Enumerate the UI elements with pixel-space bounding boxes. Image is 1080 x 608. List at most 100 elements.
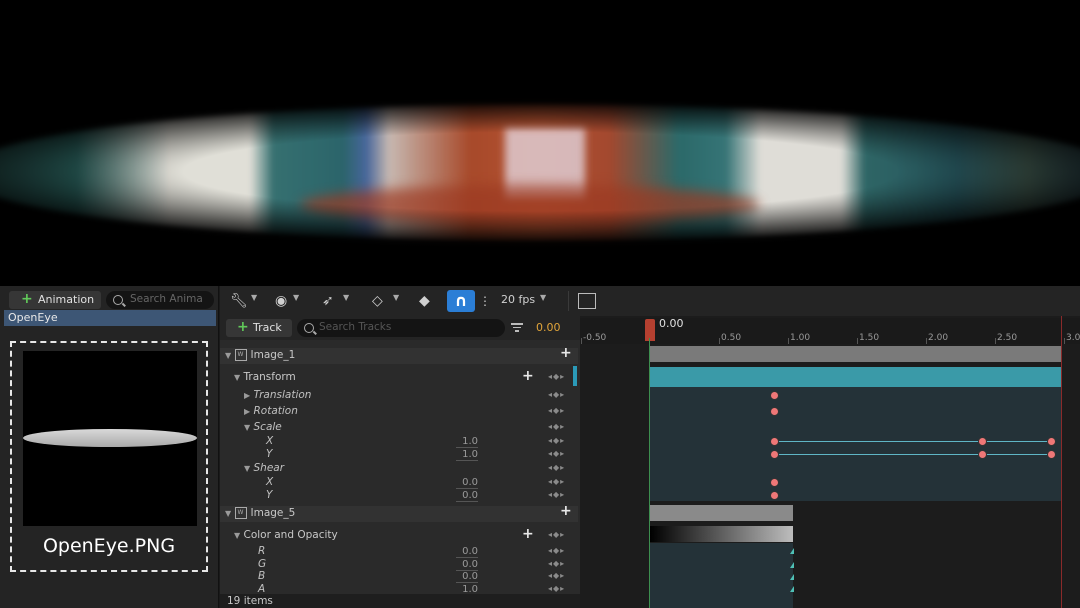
key-navigation-icon[interactable]: ◂◆▸ <box>548 530 565 539</box>
add-subtrack-button[interactable]: + <box>560 345 572 361</box>
key-navigation-icon[interactable]: ◂◆▸ <box>548 490 565 499</box>
image5-section-bar[interactable] <box>650 505 793 521</box>
end-marker-line[interactable] <box>1061 316 1062 608</box>
image1-section-bar[interactable] <box>650 346 1061 362</box>
chevron-down-icon[interactable]: ▼ <box>343 293 349 302</box>
keyframe-icon[interactable]: ◇ <box>372 292 383 310</box>
keyframe[interactable] <box>978 437 987 446</box>
track-shear-x[interactable]: X 0.0 ◂◆▸ <box>220 476 578 490</box>
add-animation-button[interactable]: + Animation <box>9 291 101 309</box>
playhead-handle[interactable] <box>645 319 655 341</box>
chevron-down-icon[interactable]: ▼ <box>293 293 299 302</box>
expand-triangle-icon[interactable]: ▼ <box>234 373 240 382</box>
key-navigation-icon[interactable]: ◂◆▸ <box>548 559 565 568</box>
cursor-icon[interactable]: ➶ <box>322 292 334 310</box>
add-subtrack-button[interactable]: + <box>560 503 572 519</box>
add-track-button[interactable]: + Track <box>226 319 292 337</box>
key-navigation-icon[interactable]: ◂◆▸ <box>548 390 565 399</box>
track-color-r[interactable]: R 0.0 ◂◆▸ <box>220 545 578 559</box>
search-tracks-input[interactable]: Search Tracks <box>297 319 505 337</box>
animation-list-item[interactable]: OpenEye <box>4 310 216 326</box>
thumbnail-filename: OpenEye.PNG <box>42 535 176 557</box>
track-shear-y[interactable]: Y 0.0 ◂◆▸ <box>220 489 578 503</box>
expand-triangle-icon[interactable]: ▶ <box>244 391 250 400</box>
track-rotation[interactable]: ▶ Rotation ◂◆▸ <box>220 405 578 419</box>
keyframe[interactable] <box>1047 437 1056 446</box>
keyframe[interactable] <box>1047 450 1056 459</box>
expand-triangle-icon[interactable]: ▼ <box>244 464 250 473</box>
b-value[interactable]: 0.0 <box>456 571 478 583</box>
keyframe[interactable] <box>770 491 779 500</box>
chevron-down-icon[interactable]: ▼ <box>540 293 546 302</box>
timeline-panel[interactable]: -0.50 0.50 1.00 1.50 2.00 2.50 3.0 0.00 <box>580 316 1080 608</box>
keyframe[interactable] <box>770 437 779 446</box>
eye-mask-vignette <box>0 0 1080 286</box>
key-navigation-icon[interactable]: ◂◆▸ <box>548 406 565 415</box>
thumbnail-preview <box>23 351 197 526</box>
expand-triangle-icon[interactable]: ▼ <box>234 531 240 540</box>
current-time-value[interactable]: 0.00 <box>536 321 561 334</box>
plus-icon: + <box>21 291 33 307</box>
track-shear[interactable]: ▼ Shear ◂◆▸ <box>220 462 578 476</box>
transform-keys-lane <box>650 387 1061 501</box>
keyframe[interactable] <box>770 478 779 487</box>
key-navigation-icon[interactable]: ◂◆▸ <box>548 477 565 486</box>
color-key-marker[interactable] <box>790 574 794 580</box>
key-navigation-icon[interactable]: ◂◆▸ <box>548 463 565 472</box>
track-scale-label: Scale <box>253 421 282 433</box>
keyframe[interactable] <box>978 450 987 459</box>
chevron-down-icon[interactable]: ▼ <box>393 293 399 302</box>
expand-triangle-icon[interactable]: ▶ <box>244 407 250 416</box>
track-scale-y[interactable]: Y 1.0 ◂◆▸ <box>220 448 578 462</box>
scale-y-value[interactable]: 1.0 <box>456 449 478 461</box>
wrench-icon[interactable]: 🔧︎ <box>230 292 248 310</box>
r-value[interactable]: 0.0 <box>456 546 478 558</box>
color-opacity-section-bar[interactable] <box>650 526 793 542</box>
curve-editor-icon[interactable] <box>578 293 596 309</box>
key-navigation-icon[interactable]: ◂◆▸ <box>548 546 565 555</box>
keyframe[interactable] <box>770 407 779 416</box>
track-transform[interactable]: ▼ Transform + ◂◆▸ <box>220 368 578 385</box>
track-color-b[interactable]: B 0.0 ◂◆▸ <box>220 570 578 584</box>
key-navigation-icon[interactable]: ◂◆▸ <box>548 372 565 381</box>
key-navigation-icon[interactable]: ◂◆▸ <box>548 584 565 593</box>
color-key-marker[interactable] <box>790 586 794 592</box>
track-scale[interactable]: ▼ Scale ◂◆▸ <box>220 421 578 435</box>
track-scale-x[interactable]: X 1.0 ◂◆▸ <box>220 435 578 449</box>
snap-magnet-button[interactable]: ∩ <box>447 290 475 312</box>
track-image1[interactable]: ▼ W Image_1 + <box>220 345 578 364</box>
keyframe[interactable] <box>770 450 779 459</box>
color-key-marker[interactable] <box>790 548 794 554</box>
expand-triangle-icon[interactable]: ▼ <box>225 351 231 360</box>
color-key-marker[interactable] <box>790 562 794 568</box>
add-key-button[interactable]: + <box>522 526 534 542</box>
chevron-down-icon[interactable]: ▼ <box>251 293 257 302</box>
key-navigation-icon[interactable]: ◂◆▸ <box>548 449 565 458</box>
track-translation-label: Translation <box>253 389 312 401</box>
expand-triangle-icon[interactable]: ▼ <box>244 423 250 432</box>
key-navigation-icon[interactable]: ◂◆▸ <box>548 422 565 431</box>
add-key-button[interactable]: + <box>522 368 534 384</box>
key-navigation-icon[interactable]: ◂◆▸ <box>548 571 565 580</box>
expand-triangle-icon[interactable]: ▼ <box>225 509 231 518</box>
key-arrow-icon[interactable]: ◆ <box>419 292 430 310</box>
track-translation[interactable]: ▶ Translation ◂◆▸ <box>220 389 578 403</box>
key-navigation-icon[interactable]: ◂◆▸ <box>548 436 565 445</box>
eye-icon[interactable]: ◉ <box>275 292 287 310</box>
search-animations-input[interactable]: Search Anima <box>106 291 214 309</box>
filter-icon[interactable] <box>511 323 523 333</box>
fps-dropdown[interactable]: 20 fps <box>501 293 535 306</box>
shear-y-value[interactable]: 0.0 <box>456 490 478 502</box>
transform-section-bar[interactable] <box>650 367 1061 387</box>
track-image5[interactable]: ▼ W Image_5 + <box>220 503 578 522</box>
toolbar-divider <box>568 291 569 311</box>
more-options-icon[interactable]: ⋮ <box>479 292 491 310</box>
time-ruler[interactable]: -0.50 0.50 1.00 1.50 2.00 2.50 3.0 <box>580 318 1080 344</box>
scale-x-curve <box>775 441 1051 442</box>
scale-x-value[interactable]: 1.0 <box>456 436 478 448</box>
track-color-opacity[interactable]: ▼ Color and Opacity + ◂◆▸ <box>220 526 578 543</box>
shear-x-value[interactable]: 0.0 <box>456 477 478 489</box>
keyframe[interactable] <box>770 391 779 400</box>
plus-icon: + <box>237 319 249 335</box>
outliner-scrollbar[interactable] <box>573 366 577 386</box>
